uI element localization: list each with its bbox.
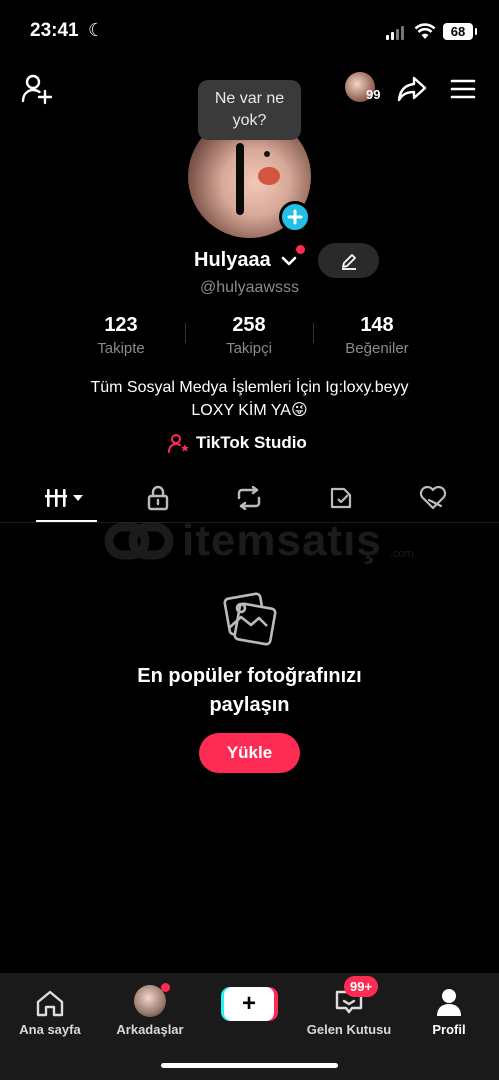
signal-icon: [386, 26, 404, 40]
create-button[interactable]: +: [221, 987, 278, 1021]
nav-profile[interactable]: Profil: [399, 973, 499, 1037]
stat-label: Takipçi: [226, 340, 272, 357]
share-icon[interactable]: [395, 72, 429, 106]
home-indicator[interactable]: [161, 1063, 338, 1068]
tab-private[interactable]: [118, 478, 198, 518]
tagged-icon: [330, 487, 352, 509]
tab-tagged[interactable]: [301, 478, 381, 518]
nav-label: Arkadaşlar: [116, 1022, 184, 1037]
inbox-badge: 99+: [344, 976, 379, 997]
stat-followers[interactable]: 258 Takipçi: [189, 314, 309, 357]
empty-title-line: En popüler fotoğrafınızı: [137, 665, 362, 687]
edit-profile-button[interactable]: [318, 243, 379, 278]
profile-handle: @hulyaawsss: [200, 279, 299, 296]
upload-button[interactable]: Yükle: [199, 733, 300, 773]
watermark-logo: [104, 522, 174, 560]
wifi-icon: [414, 23, 436, 39]
nav-friends[interactable]: Arkadaşlar: [100, 973, 200, 1037]
profile-bio: Tüm Sosyal Medya İşlemleri İçin Ig:loxy.…: [0, 376, 499, 422]
stat-value: 258: [232, 314, 266, 336]
add-user-icon[interactable]: [18, 72, 54, 106]
home-icon: [36, 990, 64, 1017]
photo-icon: [223, 592, 277, 646]
stat-value: 148: [360, 314, 394, 336]
friends-avatar: [134, 983, 170, 1017]
tab-reposts[interactable]: [209, 478, 289, 518]
repost-icon: [237, 486, 261, 510]
videos-grid-icon: [45, 489, 83, 507]
studio-icon: [168, 434, 189, 453]
status-tooltip[interactable]: Ne var ne yok?: [198, 80, 301, 140]
nav-label: Ana sayfa: [19, 1022, 81, 1037]
stat-label: Beğeniler: [345, 340, 409, 357]
status-bar: 23:41 ☾ 68: [0, 0, 499, 64]
chevron-down-icon[interactable]: [281, 255, 297, 267]
liked-icon: [419, 486, 447, 510]
stat-likes[interactable]: 148 Beğeniler: [317, 314, 437, 357]
bio-line: Tüm Sosyal Medya İşlemleri İçin Ig:loxy.…: [90, 379, 409, 396]
battery-indicator: 68: [443, 23, 477, 40]
tab-videos[interactable]: [26, 478, 106, 518]
empty-state-title: En popüler fotoğrafınızı paylaşın: [0, 662, 499, 720]
stat-label: Takipte: [97, 340, 145, 357]
divider: [313, 323, 314, 343]
add-story-button[interactable]: [279, 201, 311, 233]
pencil-icon: [341, 253, 356, 270]
notification-dot: [296, 245, 305, 254]
divider: [185, 323, 186, 343]
stat-following[interactable]: 123 Takipte: [61, 314, 181, 357]
tab-liked[interactable]: [393, 478, 473, 518]
watermark: itemsatış .com: [104, 516, 414, 566]
profile-name[interactable]: Hulyaaa: [194, 249, 271, 272]
nav-label: Gelen Kutusu: [306, 1022, 392, 1037]
notification-count: 99: [366, 87, 381, 102]
tiktok-studio-link[interactable]: TikTok Studio: [168, 433, 307, 453]
moon-icon: ☾: [88, 20, 105, 40]
watermark-text: itemsatış: [182, 516, 382, 565]
nav-label: Profil: [432, 1022, 466, 1037]
plus-icon: +: [224, 987, 274, 1021]
nav-home[interactable]: Ana sayfa: [0, 973, 100, 1037]
bio-line: LOXY KİM YA😜: [191, 402, 308, 419]
profile-icon: [437, 989, 461, 1016]
stat-value: 123: [104, 314, 138, 336]
empty-title-line: paylaşın: [209, 694, 290, 716]
lock-icon: [147, 485, 169, 511]
status-time: 23:41: [30, 20, 79, 41]
studio-label: TikTok Studio: [196, 433, 307, 452]
menu-icon[interactable]: [448, 74, 478, 104]
watermark-subtext: .com: [389, 548, 414, 560]
tooltip-dot: [264, 151, 270, 157]
